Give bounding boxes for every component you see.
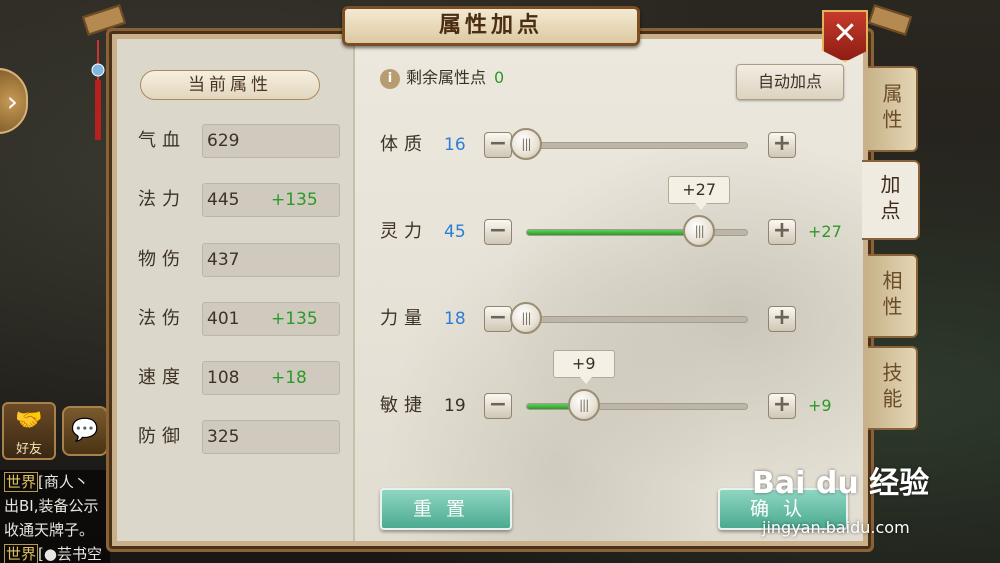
attribute-slider-track[interactable]	[526, 316, 748, 323]
attribute-slider-thumb[interactable]: |||	[683, 215, 716, 247]
attribute-slider-thumb[interactable]: |||	[510, 128, 542, 160]
stat-value: 108	[207, 368, 240, 388]
chat-channel-tag: 世界	[4, 472, 39, 492]
friends-label: 好友	[15, 442, 42, 457]
attribute-slider-thumb[interactable]: |||	[510, 302, 542, 334]
info-icon[interactable]: i	[380, 68, 400, 89]
decrease-button[interactable]: −	[484, 219, 512, 245]
stat-value: 437	[207, 250, 240, 270]
tab-3[interactable]: 技能	[868, 346, 918, 430]
stat-label: 速度	[138, 367, 186, 388]
attribute-label: 力量	[380, 308, 428, 329]
slider-value-tooltip: +9	[552, 350, 615, 384]
reset-button[interactable]: 重置	[380, 488, 512, 530]
attribute-slider-thumb[interactable]: |||	[567, 389, 600, 421]
stat-value: 629	[207, 131, 240, 151]
chat-text: 出BI,装备公示	[4, 497, 99, 515]
attribute-added-points: +9	[808, 396, 832, 415]
chat-channel-tag: 世界	[4, 544, 39, 563]
chat-bubble-icon[interactable]: 💬	[62, 406, 108, 456]
stat-bonus: +135	[271, 190, 318, 210]
stat-label: 防御	[138, 426, 186, 447]
stat-bonus: +135	[271, 309, 318, 329]
stat-bonus: +18	[271, 368, 307, 388]
tab-0[interactable]: 属性	[868, 66, 918, 152]
chat-line: 世界 [商人丶	[4, 470, 110, 494]
attribute-label: 敏捷	[380, 395, 428, 416]
tab-2[interactable]: 相性	[868, 254, 918, 338]
slider-value-tooltip: +27	[668, 176, 731, 210]
attribute-label: 灵力	[380, 221, 428, 242]
chat-line: 收通天牌子。	[4, 518, 110, 542]
stat-label: 物伤	[138, 249, 186, 270]
stat-value: 401	[207, 309, 240, 329]
chat-line: 出BI,装备公示	[4, 494, 110, 518]
stat-value-box: 108 +18	[202, 361, 340, 395]
chat-line: 世界 [●芸书空	[4, 542, 110, 563]
attribute-slider-fill	[527, 230, 699, 235]
tab-1[interactable]: 加点	[862, 160, 920, 240]
stat-value-box: 325	[202, 420, 340, 454]
increase-button[interactable]: +	[768, 306, 796, 332]
stat-value-box: 437	[202, 243, 340, 277]
remaining-points-value: 0	[494, 68, 505, 87]
stat-label: 法力	[138, 189, 186, 210]
stat-label: 气血	[138, 130, 186, 151]
attribute-slider-track[interactable]	[526, 142, 748, 149]
attribute-value: 18	[444, 309, 466, 329]
close-icon: ✕	[832, 16, 858, 51]
current-attributes-column	[117, 39, 355, 541]
attribute-value: 45	[444, 222, 466, 242]
attribute-value: 19	[444, 396, 466, 416]
auto-allocate-button[interactable]: 自动加点	[736, 64, 844, 100]
watermark-url: jingyan.baidu.com	[762, 518, 910, 537]
attribute-slider-track[interactable]	[526, 403, 748, 410]
charm-ornament-icon	[91, 40, 105, 140]
remaining-points: i 剩余属性点 0	[380, 66, 504, 90]
decrease-button[interactable]: −	[484, 306, 512, 332]
attribute-label: 体质	[380, 134, 428, 155]
chevron-right-icon: ›	[6, 85, 18, 118]
attribute-value: 16	[444, 135, 466, 155]
friends-button[interactable]: 🤝 好友	[2, 402, 56, 460]
remaining-points-label: 剩余属性点	[406, 68, 487, 87]
chat-text: [商人丶	[38, 473, 89, 491]
stat-value-box: 401 +135	[202, 302, 340, 336]
chat-text: [●芸书空	[38, 545, 102, 563]
attribute-added-points: +27	[808, 222, 842, 241]
decrease-button[interactable]: −	[484, 393, 512, 419]
stat-value: 445	[207, 190, 240, 210]
watermark-logo: Bai du 经验	[752, 466, 930, 501]
world-chat-log[interactable]: 世界 [商人丶 出BI,装备公示 收通天牌子。 世界 [●芸书空	[0, 470, 110, 563]
decrease-button[interactable]: −	[484, 132, 512, 158]
stat-value-box: 629	[202, 124, 340, 158]
stat-label: 法伤	[138, 308, 186, 329]
stat-value: 325	[207, 427, 240, 447]
chat-text: 收通天牌子。	[4, 521, 95, 539]
panel-title: 属性加点	[342, 6, 640, 46]
increase-button[interactable]: +	[768, 393, 796, 419]
handshake-icon: 🤝	[15, 408, 43, 433]
current-attributes-header: 当前属性	[140, 70, 320, 100]
increase-button[interactable]: +	[768, 219, 796, 245]
increase-button[interactable]: +	[768, 132, 796, 158]
stat-value-box: 445 +135	[202, 183, 340, 217]
